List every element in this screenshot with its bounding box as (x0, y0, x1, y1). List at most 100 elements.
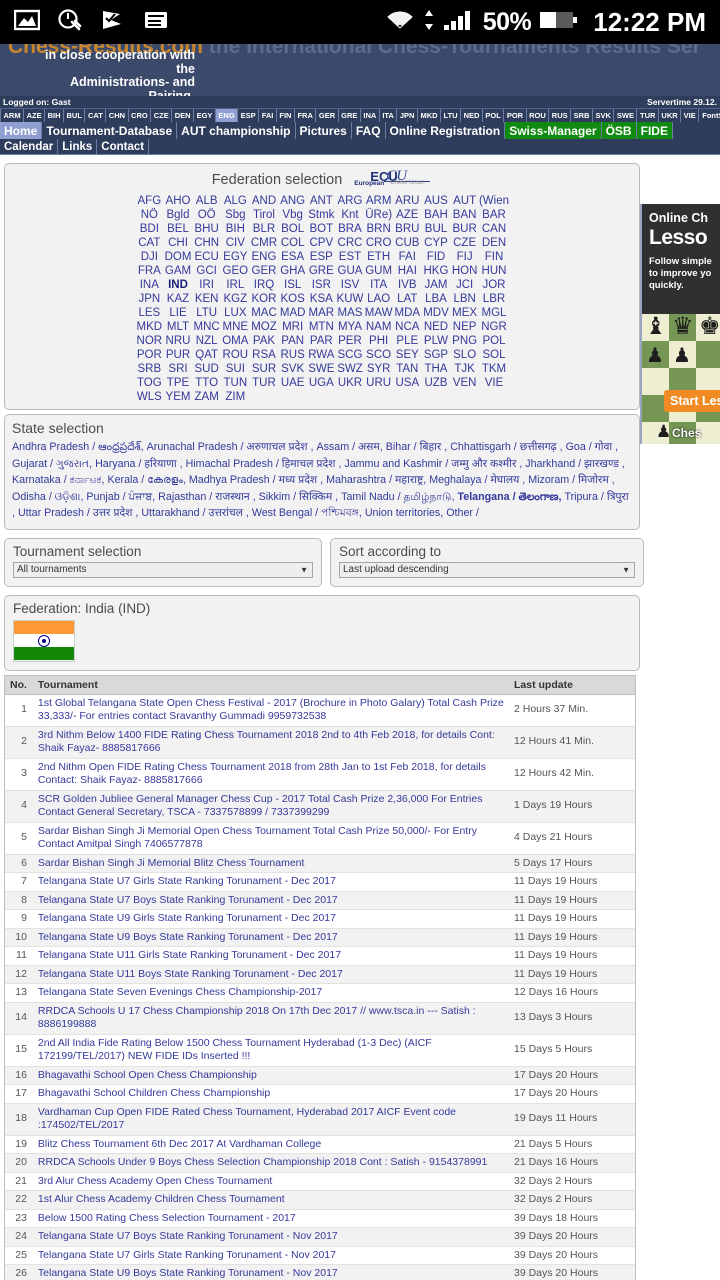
language-link-egy[interactable]: EGY (194, 109, 216, 122)
federation-code-cze[interactable]: CZE (450, 237, 479, 249)
federation-code-tun[interactable]: TUN (221, 377, 250, 389)
language-link-fra[interactable]: FRA (295, 109, 317, 122)
federation-code-isl[interactable]: ISL (278, 279, 307, 291)
table-row[interactable]: 24 Telangana State U7 Boys State Ranking … (5, 1227, 635, 1247)
federation-code-ind[interactable]: IND (164, 279, 193, 291)
federation-code-isv[interactable]: ISV (336, 279, 365, 291)
federation-code-wls[interactable]: WLS (135, 391, 164, 403)
language-link-den[interactable]: DEN (172, 109, 195, 122)
state-link-14[interactable]: Maharashtra / महाराष्ट्र, (326, 474, 426, 486)
table-row[interactable]: 18 Vardhaman Cup Open FIDE Rated Chess To… (5, 1103, 635, 1136)
tournament-link[interactable]: Below 1500 Rating Chess Selection Tourna… (38, 1212, 296, 1224)
state-link-19[interactable]: Rajasthan / राजस्थान , (158, 491, 256, 503)
state-link-17[interactable]: Odisha / ଓଡ଼ିଶା, (12, 491, 83, 503)
federation-code-mgl[interactable]: MGL (479, 307, 509, 319)
federation-code-col[interactable]: COL (278, 237, 307, 249)
federation-code-cub[interactable]: CUB (393, 237, 422, 249)
federation-code-bot[interactable]: BOT (307, 223, 336, 235)
federation-code-srb[interactable]: SRB (135, 363, 164, 375)
tournament-link[interactable]: Telangana State U9 Girls State Ranking T… (38, 912, 336, 924)
federation-code-bah[interactable]: BAH (422, 209, 451, 221)
federation-code-fid[interactable]: FID (422, 251, 451, 263)
federation-code-mac[interactable]: MAC (250, 307, 279, 319)
federation-code-ple[interactable]: PLE (393, 335, 422, 347)
table-row[interactable]: 14 RRDCA Schools U 17 Chess Championship … (5, 1002, 635, 1035)
federation-code-uru[interactable]: URU (364, 377, 393, 389)
federation-code-tur[interactable]: TUR (250, 377, 279, 389)
nav-item-pictures[interactable]: Pictures (296, 122, 352, 139)
federation-code-mnc[interactable]: MNC (192, 321, 221, 333)
federation-code-den[interactable]: DEN (479, 237, 509, 249)
column-header-last-update[interactable]: Last update (509, 675, 635, 695)
table-row[interactable]: 9 Telangana State U9 Girls State Ranking … (5, 909, 635, 929)
federation-code-arg[interactable]: ARG (336, 195, 365, 207)
table-row[interactable]: 7 Telangana State U7 Girls State Ranking … (5, 872, 635, 892)
state-link-4[interactable]: Chhattisgarh / छत्तीसगढ़ , (450, 441, 562, 453)
federation-code-tirol[interactable]: Tirol (250, 209, 279, 221)
federation-code-nor[interactable]: NOR (135, 335, 164, 347)
federation-code-ngr[interactable]: NGR (479, 321, 509, 333)
table-row[interactable]: 19 Blitz Chess Tournament 6th Dec 2017 At… (5, 1135, 635, 1154)
federation-code-pak[interactable]: PAK (250, 335, 279, 347)
table-row[interactable]: 21 3rd Alur Chess Academy Open Chess Tour… (5, 1172, 635, 1191)
state-link-13[interactable]: Madhya Pradesh / मध्य प्रदेश , (189, 474, 323, 486)
state-link-0[interactable]: Andhra Pradesh / ఆంధ్రప్రదేశ్, (12, 441, 144, 453)
federation-code-cyp[interactable]: CYP (422, 237, 451, 249)
tournament-link[interactable]: Blitz Chess Tournament 6th Dec 2017 At V… (38, 1138, 321, 1150)
language-link-cat[interactable]: CAT (85, 109, 107, 122)
state-link-9[interactable]: Jammu and Kashmir / जम्मु और कश्मीर , (344, 458, 522, 470)
federation-code-brn[interactable]: BRN (364, 223, 393, 235)
federation-code-lao[interactable]: LAO (364, 293, 393, 305)
federation-code-jpn[interactable]: JPN (135, 293, 164, 305)
federation-code-hun[interactable]: HUN (479, 265, 509, 277)
federation-code-qat[interactable]: QAT (192, 349, 221, 361)
federation-code-tto[interactable]: TTO (192, 377, 221, 389)
federation-code-ant[interactable]: ANT (307, 195, 336, 207)
nav-item-calendar[interactable]: Calendar (0, 139, 59, 154)
federation-code-ita[interactable]: ITA (364, 279, 393, 291)
federation-code-cpv[interactable]: CPV (307, 237, 336, 249)
language-link-tur[interactable]: TUR (637, 109, 659, 122)
federation-code-est[interactable]: EST (336, 251, 365, 263)
federation-code-grid[interactable]: AFG AHO ALB ALG AND ANG ANT ARG ARM ARU AUS AUT (Wie… (135, 195, 509, 403)
table-row[interactable]: 3 2nd Nithm Open FIDE Rating Chess Tourna… (5, 758, 635, 791)
table-row[interactable]: 10 Telangana State U9 Boys State Ranking … (5, 928, 635, 947)
federation-code-por[interactable]: POR (135, 349, 164, 361)
language-link-ger[interactable]: GER (316, 109, 339, 122)
language-link-fai[interactable]: FAI (259, 109, 277, 122)
federation-code-gum[interactable]: GUM (364, 265, 393, 277)
state-link-11[interactable]: Karnataka / ಕರ್ನಾಟಕ, (12, 474, 104, 486)
federation-code-tjk[interactable]: TJK (450, 363, 479, 375)
tournament-link[interactable]: Sardar Bishan Singh Ji Memorial Open Che… (38, 825, 477, 851)
federation-code-yem[interactable]: YEM (164, 391, 193, 403)
federation-code-mar[interactable]: MAR (307, 307, 336, 319)
sort-selection-dropdown[interactable]: Last upload descending ▼ (339, 561, 635, 578)
language-link-jpn[interactable]: JPN (397, 109, 418, 122)
language-link-ned[interactable]: NED (461, 109, 483, 122)
federation-code-sur[interactable]: SUR (250, 363, 279, 375)
nav-item-home[interactable]: Home (0, 122, 43, 139)
federation-code-hon[interactable]: HON (450, 265, 479, 277)
federation-code-chi[interactable]: CHI (164, 237, 193, 249)
federation-code-fra[interactable]: FRA (135, 265, 164, 277)
language-link-rus[interactable]: RUS (549, 109, 572, 122)
federation-code-lat[interactable]: LAT (393, 293, 422, 305)
federation-code-lux[interactable]: LUX (221, 307, 250, 319)
nav-item-online-registration[interactable]: Online Registration (386, 122, 506, 139)
federation-code-syr[interactable]: SYR (364, 363, 393, 375)
federation-code-mtn[interactable]: MTN (307, 321, 336, 333)
federation-code-and[interactable]: AND (250, 195, 279, 207)
language-link-vie[interactable]: VIE (681, 109, 700, 122)
language-link-bih[interactable]: BIH (45, 109, 65, 122)
federation-code-rsa[interactable]: RSA (250, 349, 279, 361)
federation-code-per[interactable]: PER (336, 335, 365, 347)
tournament-link[interactable]: Telangana State U9 Boys State Ranking To… (38, 1267, 338, 1279)
federation-code-swe[interactable]: SWE (307, 363, 336, 375)
federation-code-esa[interactable]: ESA (278, 251, 307, 263)
language-link-mkd[interactable]: MKD (418, 109, 442, 122)
federation-code-geo[interactable]: GEO (221, 265, 250, 277)
language-link-por[interactable]: POR (504, 109, 527, 122)
federation-code-nep[interactable]: NEP (450, 321, 479, 333)
nav-item-aut-championship[interactable]: AUT championship (177, 122, 296, 139)
federation-code-ivb[interactable]: IVB (393, 279, 422, 291)
